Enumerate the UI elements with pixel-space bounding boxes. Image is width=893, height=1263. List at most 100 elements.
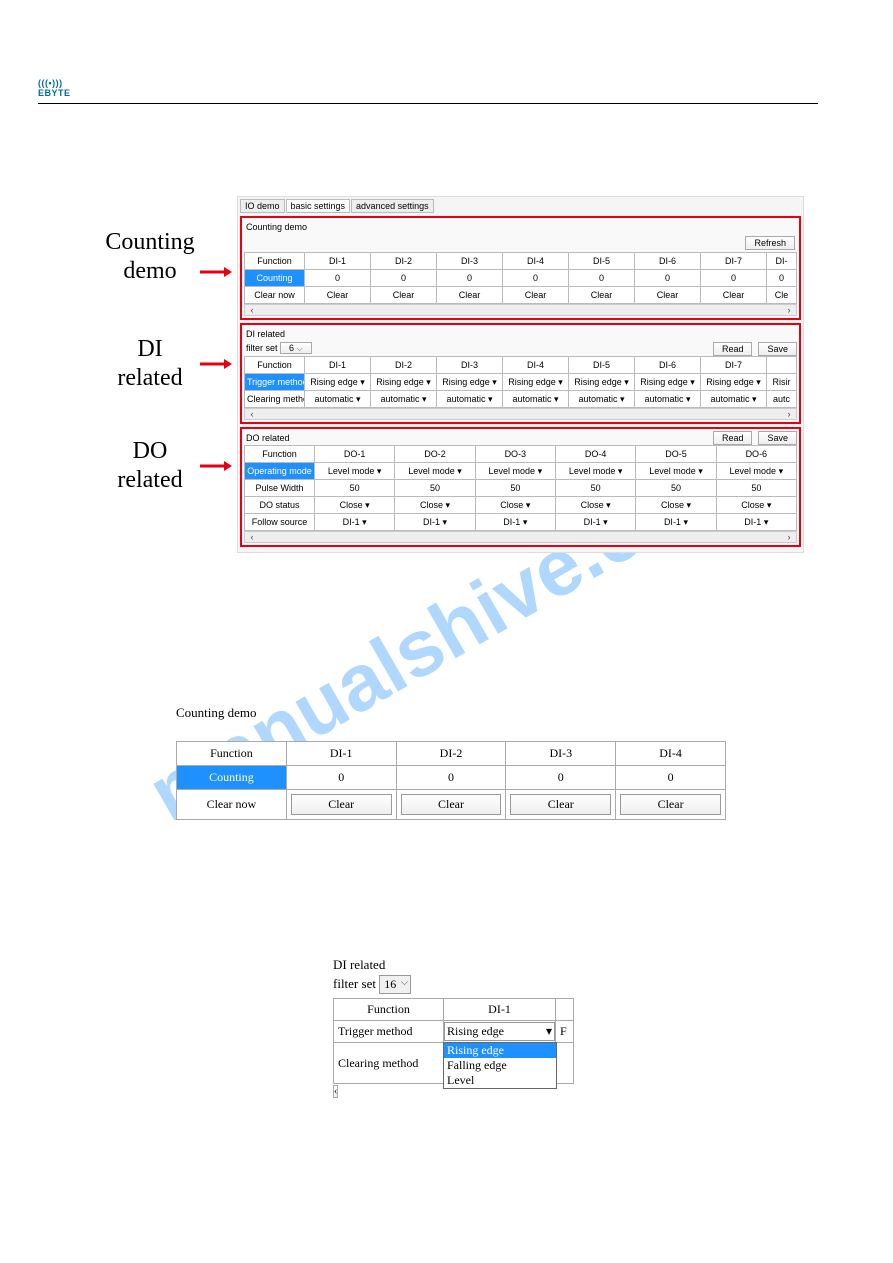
save-button[interactable]: Save <box>758 431 797 445</box>
clear-button[interactable]: Cle <box>767 287 797 304</box>
dropdown-item-falling[interactable]: Falling edge <box>444 1058 556 1073</box>
clear-button[interactable]: Clear <box>437 287 503 304</box>
dropdown-item-rising[interactable]: Rising edge <box>444 1043 556 1058</box>
trigger-dropdown-menu: Rising edge Falling edge Level <box>443 1042 557 1089</box>
col-head: DI-5 <box>569 253 635 270</box>
save-button[interactable]: Save <box>758 342 797 356</box>
clear-button[interactable]: Clear <box>616 790 726 820</box>
dostatus-select[interactable]: Close ▾ <box>716 497 796 514</box>
col-head: DI-1 <box>305 253 371 270</box>
clearing-select[interactable]: automatic ▾ <box>635 391 701 408</box>
pulse-label: Pulse Width <box>245 480 315 497</box>
clear-button[interactable]: Clear <box>701 287 767 304</box>
level-select[interactable]: Level mode ▾ <box>315 463 395 480</box>
follow-select[interactable]: DI-1 ▾ <box>716 514 796 531</box>
dropdown-item-level[interactable]: Level <box>444 1073 556 1088</box>
clear-button[interactable]: Clear <box>503 287 569 304</box>
trigger-select[interactable]: Rising edge ▾ <box>635 374 701 391</box>
follow-select[interactable]: DI-1 ▾ <box>636 514 716 531</box>
trigger-select[interactable]: Risir <box>767 374 797 391</box>
clearing-select[interactable]: automatic ▾ <box>305 391 371 408</box>
clearing-select[interactable]: autc <box>767 391 797 408</box>
trigger-label: Trigger method <box>245 374 305 391</box>
col-function: Function <box>245 253 305 270</box>
pulse-val[interactable]: 50 <box>555 480 635 497</box>
dostatus-select[interactable]: Close ▾ <box>636 497 716 514</box>
trigger-select[interactable]: Rising edge ▾ <box>569 374 635 391</box>
arrow-icon <box>200 460 232 472</box>
clear-button[interactable]: Clear <box>305 287 371 304</box>
clear-button[interactable]: Clear <box>371 287 437 304</box>
pulse-val[interactable]: 50 <box>315 480 395 497</box>
scrollbar[interactable]: ‹› <box>244 304 797 316</box>
di-related-zoom: DI related filter set 16 Function DI-1 T… <box>333 957 573 1097</box>
col-head: DI-5 <box>569 357 635 374</box>
level-select[interactable]: Level mode ▾ <box>395 463 475 480</box>
filter-select[interactable]: 16 <box>379 975 411 994</box>
col-head: DO-5 <box>636 446 716 463</box>
refresh-button[interactable]: Refresh <box>745 236 795 250</box>
follow-select[interactable]: DI-1 ▾ <box>555 514 635 531</box>
clearing-select[interactable]: automatic ▾ <box>701 391 767 408</box>
read-button[interactable]: Read <box>713 431 753 445</box>
do-title: DO related <box>244 431 713 445</box>
clearing-select[interactable]: automatic ▾ <box>437 391 503 408</box>
clear-button[interactable]: Clear <box>506 790 616 820</box>
level-select[interactable]: Level mode ▾ <box>555 463 635 480</box>
level-select[interactable]: Level mode ▾ <box>475 463 555 480</box>
trigger-select[interactable]: Rising edge▾ <box>444 1022 555 1041</box>
do-table: Function DO-1 DO-2 DO-3 DO-4 DO-5 DO-6 O… <box>244 445 797 531</box>
clearnow-label: Clear now <box>177 790 287 820</box>
clear-button[interactable]: Clear <box>635 287 701 304</box>
level-select[interactable]: Level mode ▾ <box>716 463 796 480</box>
pulse-val[interactable]: 50 <box>716 480 796 497</box>
counting-row-label: Counting <box>177 766 287 790</box>
follow-label: Follow source <box>245 514 315 531</box>
col-function: Function <box>334 999 444 1021</box>
clear-button[interactable]: Clear <box>286 790 396 820</box>
col-head <box>767 357 797 374</box>
trigger-select[interactable]: Rising edge ▾ <box>437 374 503 391</box>
trigger-label: Trigger method <box>334 1021 444 1043</box>
clearing-select[interactable]: automatic ▾ <box>569 391 635 408</box>
read-button[interactable]: Read <box>713 342 753 356</box>
col-head: DI-4 <box>616 742 726 766</box>
clear-button[interactable]: Clear <box>396 790 506 820</box>
filter-select[interactable]: 6 ⌵ <box>280 342 312 354</box>
trigger-select[interactable]: Rising edge ▾ <box>305 374 371 391</box>
pulse-val[interactable]: 50 <box>395 480 475 497</box>
trigger-select[interactable]: Rising edge ▾ <box>371 374 437 391</box>
pulse-val[interactable]: 50 <box>636 480 716 497</box>
counting-val: 0 <box>396 766 506 790</box>
scroll-left-button[interactable]: ‹ <box>333 1085 338 1098</box>
clearnow-label: Clear now <box>245 287 305 304</box>
trigger-select[interactable]: Rising edge ▾ <box>503 374 569 391</box>
counting-val: 0 <box>371 270 437 287</box>
tab-io-demo[interactable]: IO demo <box>240 199 285 213</box>
follow-select[interactable]: DI-1 ▾ <box>395 514 475 531</box>
col-head: DI-2 <box>371 253 437 270</box>
clearing-select[interactable]: automatic ▾ <box>371 391 437 408</box>
tab-basic-settings[interactable]: basic settings <box>286 199 351 213</box>
pulse-val[interactable]: 50 <box>475 480 555 497</box>
tab-advanced-settings[interactable]: advanced settings <box>351 199 434 213</box>
follow-select[interactable]: DI-1 ▾ <box>315 514 395 531</box>
level-select[interactable]: Level mode ▾ <box>636 463 716 480</box>
dostatus-select[interactable]: Close ▾ <box>475 497 555 514</box>
clear-button[interactable]: Clear <box>569 287 635 304</box>
scrollbar[interactable]: ‹› <box>244 531 797 543</box>
counting-val: 0 <box>506 766 616 790</box>
filter-label: filter set <box>333 976 376 991</box>
dostatus-select[interactable]: Close ▾ <box>315 497 395 514</box>
basic-settings-panel: IO demo basic settings advanced settings… <box>237 196 804 553</box>
scrollbar[interactable]: ‹› <box>244 408 797 420</box>
dostatus-select[interactable]: Close ▾ <box>395 497 475 514</box>
dostatus-label: DO status <box>245 497 315 514</box>
tab-bar: IO demo basic settings advanced settings <box>240 199 801 213</box>
counting-val: 0 <box>305 270 371 287</box>
counting-title: Counting demo <box>244 220 797 234</box>
dostatus-select[interactable]: Close ▾ <box>555 497 635 514</box>
follow-select[interactable]: DI-1 ▾ <box>475 514 555 531</box>
clearing-select[interactable]: automatic ▾ <box>503 391 569 408</box>
trigger-select[interactable]: Rising edge ▾ <box>701 374 767 391</box>
